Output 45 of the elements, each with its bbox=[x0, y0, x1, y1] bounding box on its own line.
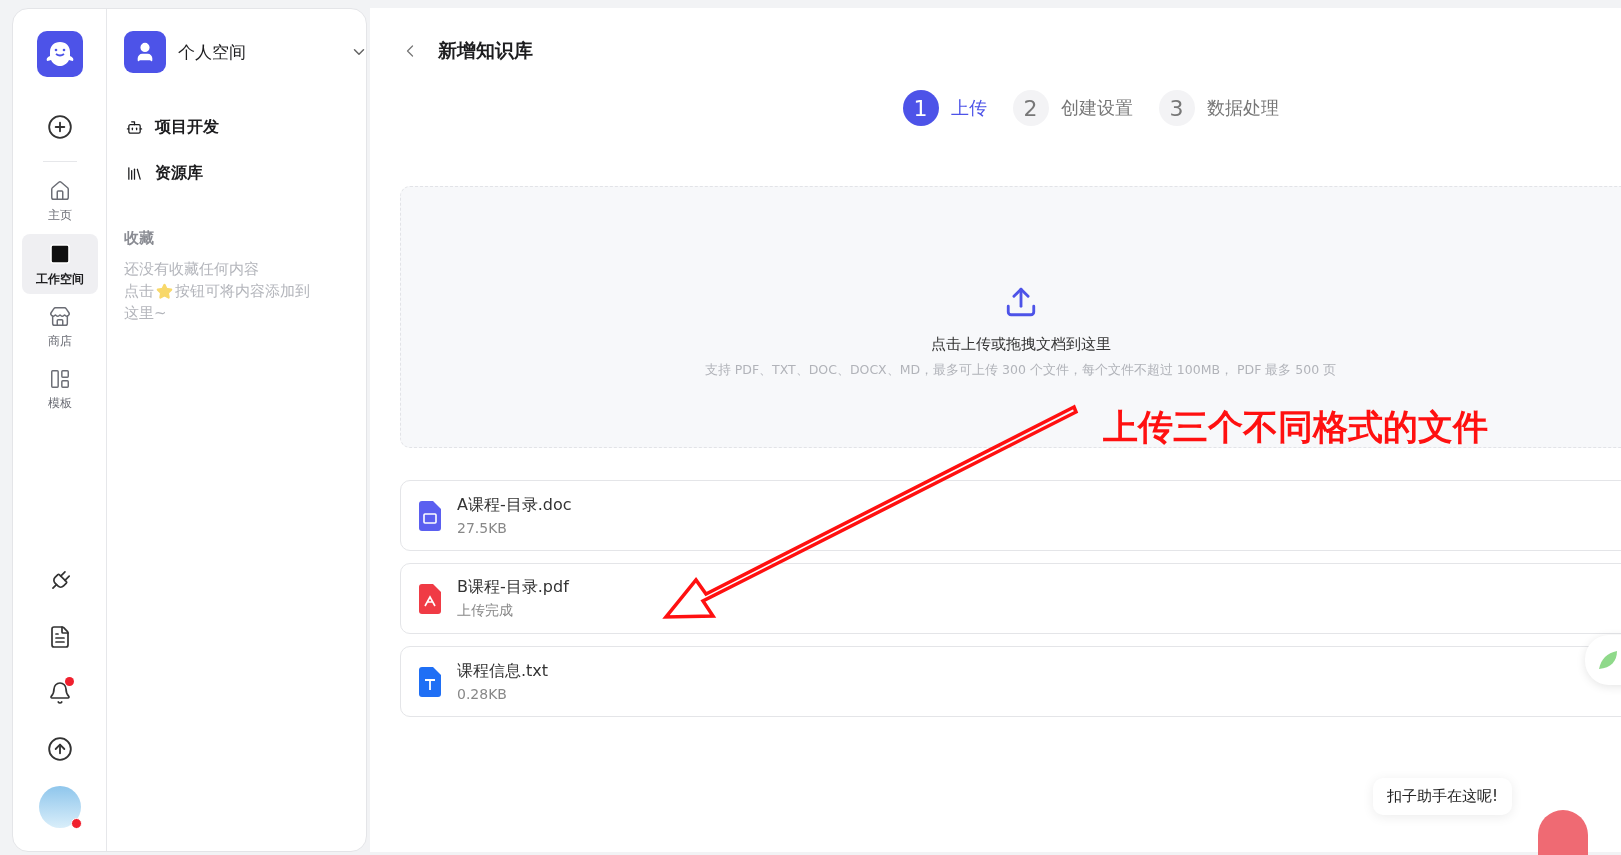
assistant-tooltip: 扣子助手在这呢! bbox=[1373, 778, 1512, 815]
step-label: 上传 bbox=[950, 96, 987, 120]
step-label: 数据处理 bbox=[1206, 96, 1279, 120]
leaf-icon bbox=[1597, 649, 1619, 671]
annotation-text: 上传三个不同格式的文件 bbox=[1103, 406, 1488, 449]
file-status: 上传完成 bbox=[457, 602, 514, 620]
nav-item[interactable]: 主页 bbox=[21, 172, 98, 230]
robot-icon bbox=[126, 118, 143, 136]
store-icon bbox=[48, 306, 71, 328]
doc-file-icon bbox=[419, 500, 441, 531]
file-name: B课程-目录.pdf bbox=[457, 577, 569, 598]
nav-item[interactable]: 模板 bbox=[21, 360, 98, 418]
file-status: 27.5KB bbox=[457, 520, 508, 536]
step-label: 创建设置 bbox=[1060, 96, 1133, 120]
ghost-logo[interactable] bbox=[36, 31, 83, 77]
menu-item[interactable]: 资源库 bbox=[124, 161, 205, 185]
dropzone-title: 点击上传或拖拽文档到这里 bbox=[930, 335, 1111, 354]
plus-icon bbox=[46, 114, 73, 140]
space-selector[interactable]: 个人空间 bbox=[124, 31, 366, 73]
file-name: A课程-目录.doc bbox=[457, 495, 572, 516]
hint-text: 点击 bbox=[124, 281, 154, 302]
library-icon bbox=[126, 164, 143, 182]
upload-icon bbox=[46, 736, 73, 762]
pdf-file-icon bbox=[419, 583, 441, 614]
user-avatar bbox=[124, 31, 166, 73]
bell-icon bbox=[47, 681, 72, 705]
layout-icon bbox=[48, 368, 71, 390]
step-number: 3 bbox=[1158, 90, 1195, 126]
page-title: 新增知识库 bbox=[438, 38, 533, 63]
empty-text: 还没有收藏任何内容 bbox=[124, 259, 260, 280]
file-name: 课程信息.txt bbox=[457, 661, 549, 682]
nav-item[interactable]: 工作空间 bbox=[21, 234, 98, 294]
hint-text: 这里~ bbox=[124, 303, 167, 324]
file-status: 0.28KB bbox=[457, 686, 508, 702]
home-icon bbox=[48, 180, 71, 202]
menu-item[interactable]: 项目开发 bbox=[124, 115, 221, 139]
section-title: 收藏 bbox=[124, 229, 155, 248]
star-icon bbox=[156, 282, 173, 300]
step-number: 2 bbox=[1012, 90, 1049, 126]
nav-item[interactable]: 商店 bbox=[21, 298, 98, 356]
dropzone-hint: 支持 PDF、TXT、DOC、DOCX、MD，最多可上传 300 个文件，每个文件不超过 100MB， PDF 最多 500 页 bbox=[704, 362, 1337, 379]
step-number: 1 bbox=[902, 90, 939, 126]
text-file-icon bbox=[419, 666, 441, 697]
hint-text: 按钮可将内容添加到 bbox=[175, 281, 310, 302]
avatar bbox=[38, 786, 81, 828]
